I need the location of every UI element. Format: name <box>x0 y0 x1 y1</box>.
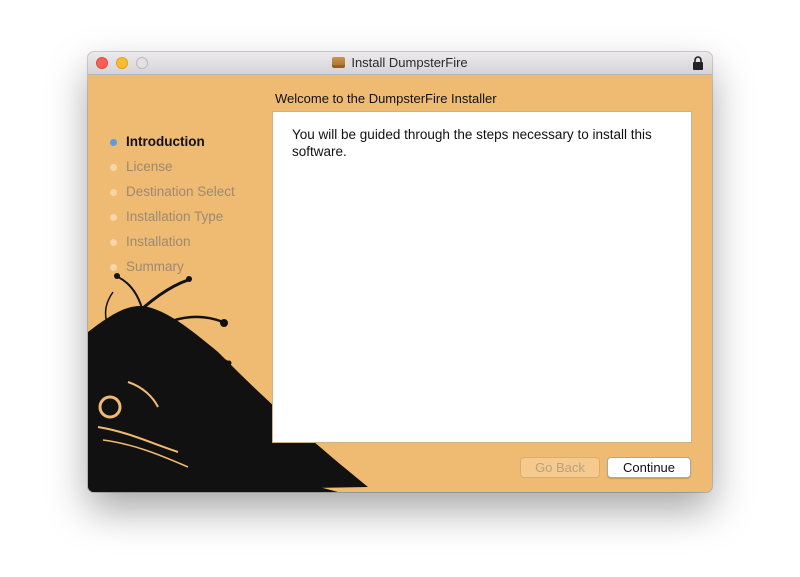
continue-button[interactable]: Continue <box>607 457 691 478</box>
installer-window: Install DumpsterFire Welcome to the Dump… <box>88 52 712 492</box>
step-label: Installation <box>126 234 191 249</box>
window-title-text: Install DumpsterFire <box>351 55 468 70</box>
lock-icon <box>692 56 704 70</box>
step-indicator-dot <box>110 214 117 221</box>
step-label: Destination Select <box>126 184 235 199</box>
step-indicator-dot <box>110 189 117 196</box>
step-label: License <box>126 159 173 174</box>
go-back-button[interactable]: Go Back <box>520 457 600 478</box>
content-panel: You will be guided through the steps nec… <box>272 111 692 443</box>
step-indicator-dot <box>110 164 117 171</box>
step-indicator-dot <box>110 264 117 271</box>
step-label: Installation Type <box>126 209 224 224</box>
window-title: Install DumpsterFire <box>88 55 712 70</box>
package-icon <box>332 57 346 68</box>
page-title: Welcome to the DumpsterFire Installer <box>275 91 497 106</box>
step-indicator-dot <box>110 239 117 246</box>
step-label: Introduction <box>126 134 205 149</box>
title-bar[interactable]: Install DumpsterFire <box>88 52 712 75</box>
step-label: Summary <box>126 259 184 274</box>
step-indicator-dot <box>110 139 117 146</box>
intro-text: You will be guided through the steps nec… <box>292 127 652 159</box>
